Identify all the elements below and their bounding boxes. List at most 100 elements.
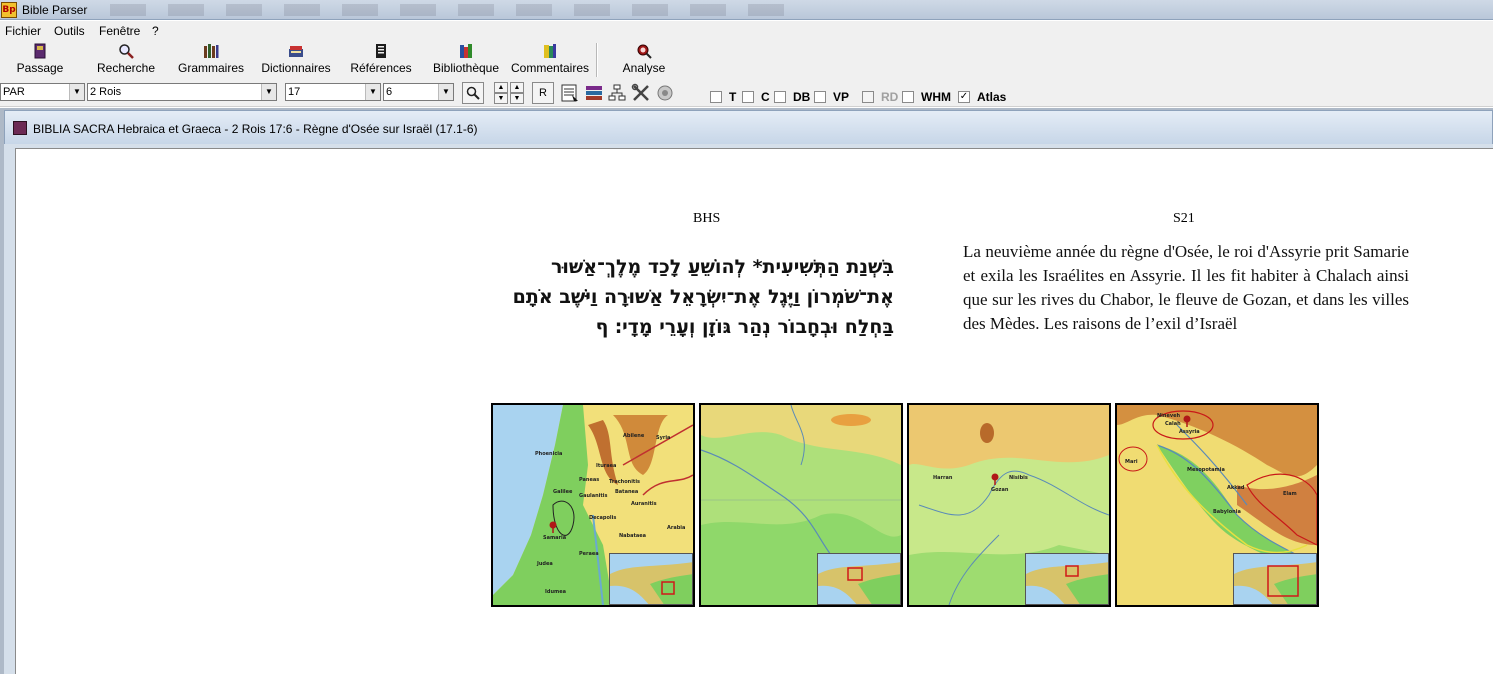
verse-down-button[interactable]: ▼ <box>494 93 508 104</box>
checkbox-db-label: DB <box>793 90 811 104</box>
map-label: Calah <box>1165 421 1181 427</box>
chapter-value: 17 <box>288 86 301 98</box>
gozan-map: Gozan Nisibis Harran <box>907 403 1111 607</box>
arrow-down-icon: ▼ <box>513 95 521 102</box>
map-label: Auranitis <box>631 501 657 507</box>
map-label: Nabataea <box>619 533 647 539</box>
title-bar: Bp Bible Parser <box>0 0 1493 20</box>
map-label: Galilee <box>553 489 573 495</box>
references-button[interactable]: Références <box>348 40 414 80</box>
version-select[interactable]: PAR ▼ <box>0 83 85 101</box>
checkbox-db[interactable] <box>774 91 786 103</box>
map-label: Paneas <box>579 477 600 483</box>
menu-help[interactable]: ? <box>152 24 159 38</box>
assyria-inset-map <box>1233 553 1317 605</box>
bhs-heading: BHS <box>693 211 721 226</box>
references-label: Références <box>350 61 412 75</box>
book-select[interactable]: 2 Rois ▼ <box>87 83 277 101</box>
checkbox-vp[interactable] <box>814 91 826 103</box>
grammaires-button[interactable]: Grammaires <box>175 40 247 80</box>
commentaires-button[interactable]: Commentaires <box>509 40 591 80</box>
verse-select[interactable]: 6 ▼ <box>383 83 454 101</box>
map-label: Babylonia <box>1213 509 1241 515</box>
map-label: Samaria <box>543 535 567 541</box>
selector-bar: PAR ▼ 2 Rois ▼ 17 ▼ 6 ▼ ▲ ▼ ▲ ▼ R T C DB… <box>0 81 1493 107</box>
chevron-down-icon[interactable]: ▼ <box>438 84 453 100</box>
samaria-map: Abilene Syria Phoenicia Ituraea Trachoni… <box>491 403 695 607</box>
map-label: Arabia <box>667 525 686 531</box>
document-window-caption[interactable]: BIBLIA SACRA Hebraica et Graeca - 2 Rois… <box>4 110 1493 144</box>
menu-bar: Fichier Outils Fenêtre ? <box>0 21 1493 57</box>
map-label: Abilene <box>623 433 645 439</box>
library-icon <box>460 44 472 58</box>
find-button[interactable] <box>462 82 484 104</box>
passage-label: Passage <box>16 61 64 75</box>
verse-up-button[interactable]: ▲ <box>494 82 508 93</box>
inset-graphic <box>818 554 900 604</box>
map-label: Assyria <box>1179 429 1200 435</box>
dictionnaires-label: Dictionnaires <box>261 61 331 75</box>
checkbox-atlas[interactable]: ✓ <box>958 91 970 103</box>
version-value: PAR <box>3 86 25 98</box>
tools-icon[interactable] <box>631 83 651 103</box>
books-icon <box>204 44 219 58</box>
map-label: Mesopotamia <box>1187 467 1225 473</box>
checkbox-whm-label: WHM <box>921 90 951 104</box>
checkbox-t-label: T <box>729 90 737 104</box>
map-label: Akkad <box>1227 485 1245 491</box>
checkbox-c[interactable] <box>742 91 754 103</box>
r-button[interactable]: R <box>532 82 554 104</box>
checkbox-atlas-label: Atlas <box>977 90 1007 104</box>
recherche-label: Recherche <box>96 61 156 75</box>
text-list-icon[interactable] <box>560 83 580 103</box>
menu-fichier[interactable]: Fichier <box>5 24 41 38</box>
app-title: Bible Parser <box>22 3 88 17</box>
analyse-button[interactable]: Analyse <box>615 40 673 80</box>
checkbox-vp-label: VP <box>833 90 850 104</box>
chapter-down-button[interactable]: ▼ <box>510 93 524 104</box>
book-icon <box>34 43 46 59</box>
arrow-up-icon: ▲ <box>497 84 505 91</box>
references-icon <box>376 44 386 58</box>
dictionnaires-button[interactable]: Dictionnaires <box>258 40 334 80</box>
assyria-map: Nineveh Calah Assyria Mari Mesopotamia A… <box>1115 403 1319 607</box>
tree-icon[interactable] <box>607 83 627 103</box>
menu-fenetre[interactable]: Fenêtre <box>99 24 140 38</box>
checkmark-icon: ✓ <box>959 91 969 102</box>
chevron-down-icon[interactable]: ▼ <box>69 84 84 100</box>
passage-button[interactable]: Passage <box>10 40 70 80</box>
hebrew-verse-text: בִּשְׁנַת הַתְּשִׁיעִית* לְהוֹשֵׁעַ לָכַ… <box>512 256 894 338</box>
french-verse-text: La neuvième année du règne d'Osée, le ro… <box>963 242 1409 333</box>
document-content: BHS S21 בִּשְׁנַת הַתְּשִׁיעִית* לְהוֹשֵ… <box>15 148 1493 674</box>
map-label: Phoenicia <box>535 451 563 457</box>
grammaires-label: Grammaires <box>177 61 244 75</box>
menu-outils[interactable]: Outils <box>54 24 85 38</box>
inset-graphic <box>610 554 692 604</box>
map-label: Decapolis <box>589 515 617 521</box>
main-toolbar: Passage Recherche Grammaires Dictionnair… <box>0 40 1493 81</box>
commentaires-label: Commentaires <box>510 61 590 75</box>
map-label: Ituraea <box>596 463 617 469</box>
dictionary-icon <box>289 46 303 57</box>
recherche-button[interactable]: Recherche <box>90 40 162 80</box>
book-value: 2 Rois <box>90 86 122 98</box>
verse-value: 6 <box>386 86 393 98</box>
checkbox-t[interactable] <box>710 91 722 103</box>
arrow-up-icon: ▲ <box>513 84 521 91</box>
chapter-select[interactable]: 17 ▼ <box>285 83 381 101</box>
analyse-label: Analyse <box>622 61 666 75</box>
chevron-down-icon[interactable]: ▼ <box>365 84 380 100</box>
chevron-down-icon[interactable]: ▼ <box>261 84 276 100</box>
river-map-1 <box>699 403 903 607</box>
bibliotheque-button[interactable]: Bibliothèque <box>429 40 503 80</box>
commentary-icon <box>544 44 556 58</box>
search-icon <box>466 86 480 100</box>
chapter-up-button[interactable]: ▲ <box>510 82 524 93</box>
audio-icon[interactable] <box>655 83 675 103</box>
map-label: Gozan <box>991 487 1009 493</box>
checkbox-rd <box>862 91 874 103</box>
books-stack-icon[interactable] <box>584 83 604 103</box>
checkbox-whm[interactable] <box>902 91 914 103</box>
map-label: Judea <box>537 561 553 567</box>
map-label: Idumea <box>545 589 566 595</box>
